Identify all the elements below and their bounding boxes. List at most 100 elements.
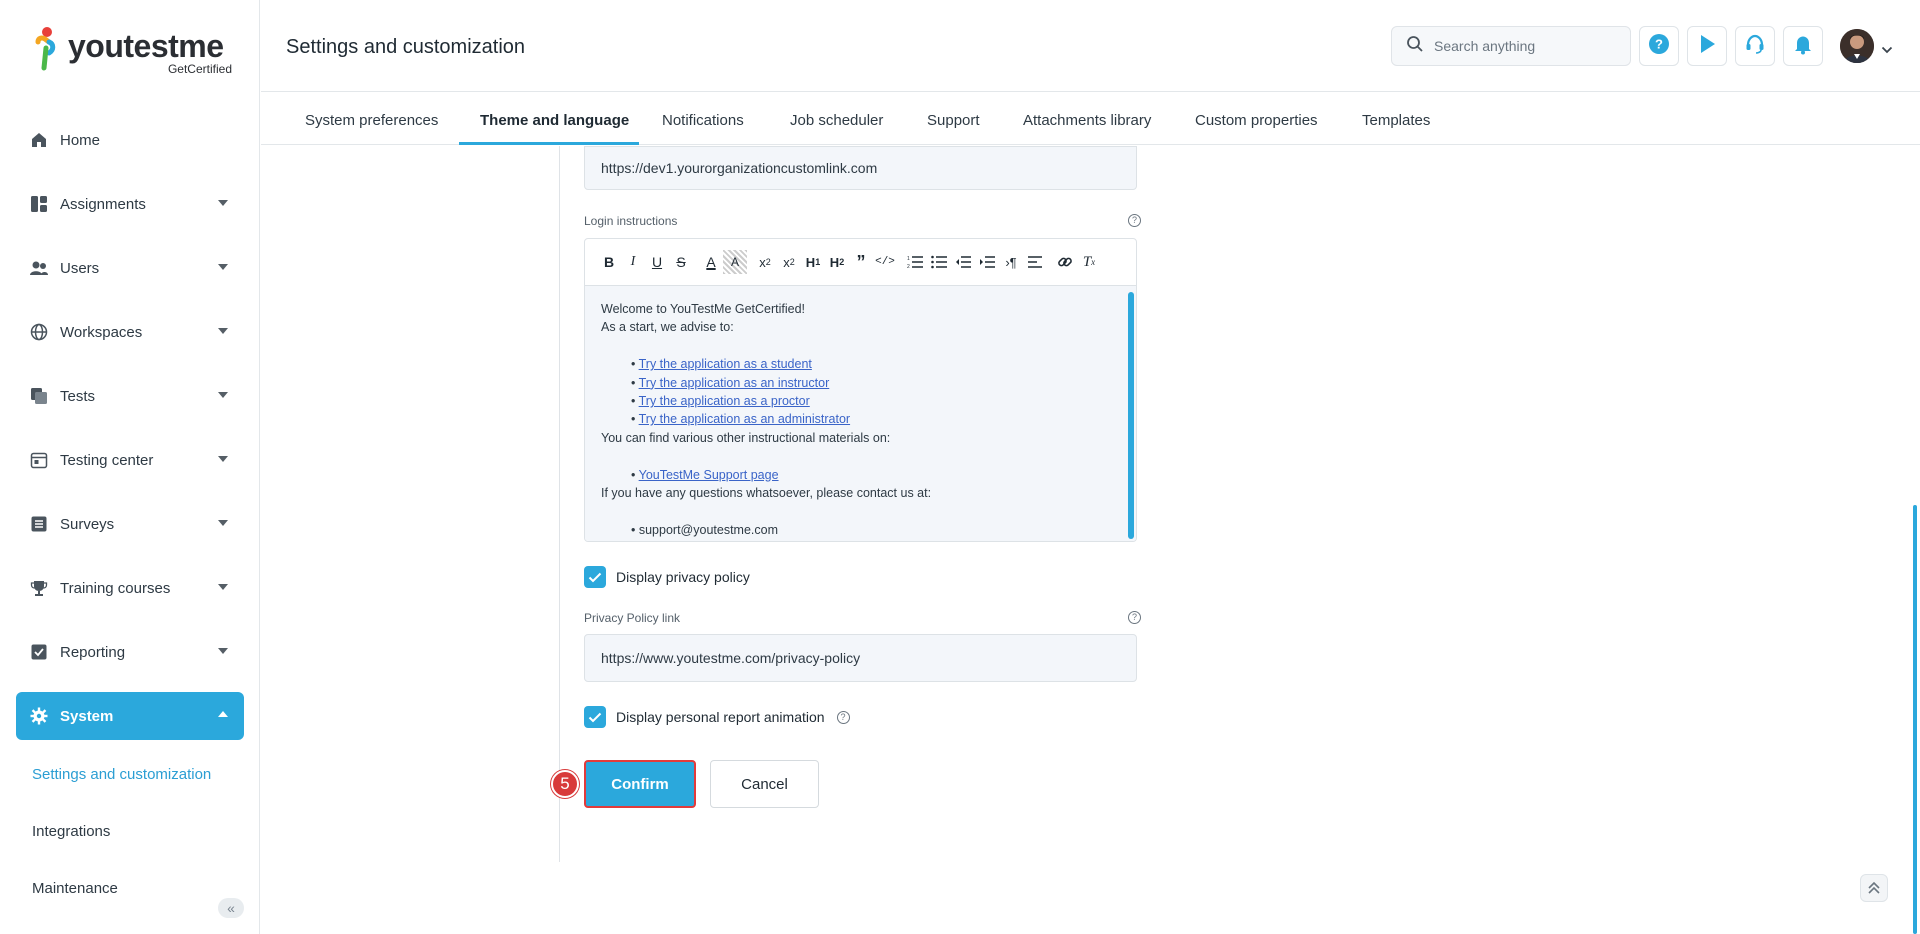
svg-text:2: 2: [907, 264, 910, 269]
sidebar-item-reporting[interactable]: Reporting: [16, 628, 244, 676]
svg-text:1: 1: [907, 256, 910, 262]
chevron-down-icon: [218, 328, 228, 334]
sidebar-subitem-settings[interactable]: Settings and customization: [32, 766, 211, 783]
display-animation-checkbox[interactable]: [584, 706, 606, 728]
logo[interactable]: youtestme GetCertified: [32, 24, 232, 76]
editor-content[interactable]: Welcome to YouTestMe GetCertified! As a …: [585, 286, 1136, 541]
align-left-icon[interactable]: [1023, 250, 1047, 274]
collapse-sidebar-button[interactable]: «: [218, 898, 244, 918]
sidebar-item-workspaces[interactable]: Workspaces: [16, 308, 244, 356]
bell-icon: [1792, 33, 1814, 60]
tab-support[interactable]: Support: [927, 93, 980, 145]
sidebar-item-users[interactable]: Users: [16, 244, 244, 292]
tab-custom-properties[interactable]: Custom properties: [1195, 93, 1318, 145]
sidebar-item-label: System: [60, 707, 114, 725]
link-icon[interactable]: [1053, 250, 1077, 274]
tab-theme-and-language[interactable]: Theme and language: [480, 93, 629, 145]
ordered-list-icon[interactable]: 12: [903, 250, 927, 274]
chevron-down-icon: [218, 392, 228, 398]
editor-scrollbar[interactable]: [1128, 292, 1134, 539]
try-as-proctor-link[interactable]: Try the application as a proctor: [639, 394, 810, 408]
scroll-to-top-button[interactable]: [1860, 874, 1888, 902]
bullet-list-icon[interactable]: [927, 250, 951, 274]
chevron-down-icon[interactable]: [1881, 41, 1893, 59]
sidebar: youtestme GetCertified Home Assignments …: [0, 0, 260, 934]
help-button[interactable]: ?: [1639, 26, 1679, 66]
display-privacy-policy-checkbox[interactable]: [584, 566, 606, 588]
step-badge: 5: [551, 770, 579, 798]
confirm-button[interactable]: Confirm: [584, 760, 696, 808]
italic-icon[interactable]: I: [621, 250, 645, 274]
superscript-icon[interactable]: x2: [777, 250, 801, 274]
tab-attachments-library[interactable]: Attachments library: [1023, 93, 1151, 145]
tab-job-scheduler[interactable]: Job scheduler: [790, 93, 883, 145]
tab-templates[interactable]: Templates: [1362, 93, 1430, 145]
indent-icon[interactable]: [975, 250, 999, 274]
heading1-icon[interactable]: H1: [801, 250, 825, 274]
page-scrollbar[interactable]: [1913, 505, 1917, 934]
logo-mark-icon: [35, 27, 56, 71]
sidebar-item-home[interactable]: Home: [16, 116, 244, 164]
tab-notifications[interactable]: Notifications: [662, 93, 744, 145]
sidebar-item-label: Surveys: [60, 515, 115, 533]
custom-link-field[interactable]: https://dev1.yourorganizationcustomlink.…: [584, 146, 1137, 190]
sidebar-item-testing-center[interactable]: Testing center: [16, 436, 244, 484]
sidebar-item-label: Home: [60, 131, 101, 149]
calendar-icon: [30, 451, 48, 469]
support-button[interactable]: [1735, 26, 1775, 66]
surveys-icon: [30, 515, 48, 533]
privacy-policy-link-label: Privacy Policy link: [584, 611, 681, 625]
tests-icon: [30, 387, 48, 405]
sidebar-item-label: Users: [60, 259, 100, 277]
support-page-link[interactable]: YouTestMe Support page: [639, 468, 779, 482]
users-icon: [30, 259, 48, 277]
sidebar-subitem-maintenance[interactable]: Maintenance: [32, 880, 118, 897]
search-input[interactable]: [1434, 38, 1614, 54]
sidebar-item-surveys[interactable]: Surveys: [16, 500, 244, 548]
bold-icon[interactable]: B: [597, 250, 621, 274]
sidebar-item-label: Reporting: [60, 643, 126, 661]
tab-system-preferences[interactable]: System preferences: [305, 93, 438, 145]
display-animation-row: Display personal report animation ?: [584, 706, 850, 728]
headset-icon: [1744, 33, 1766, 60]
underline-icon[interactable]: U: [645, 250, 669, 274]
try-as-student-link[interactable]: Try the application as a student: [639, 357, 812, 371]
sidebar-item-system[interactable]: System: [16, 692, 244, 740]
sidebar-item-label: Workspaces: [60, 323, 143, 341]
sidebar-item-assignments[interactable]: Assignments: [16, 180, 244, 228]
quote-icon[interactable]: ”: [849, 250, 873, 274]
outdent-icon[interactable]: [951, 250, 975, 274]
try-as-administrator-link[interactable]: Try the application as an administrator: [639, 412, 850, 426]
text-color-icon[interactable]: A: [699, 250, 723, 274]
help-circle-icon[interactable]: ?: [1128, 214, 1141, 227]
sidebar-item-label: Assignments: [60, 195, 146, 213]
list-item: • support@youtestme.com: [631, 522, 778, 537]
logo-subtitle: GetCertified: [167, 62, 232, 76]
chevron-up-icon: [218, 711, 228, 717]
code-icon[interactable]: </>: [873, 250, 897, 274]
subscript-icon[interactable]: x2: [753, 250, 777, 274]
sidebar-subitem-integrations[interactable]: Integrations: [32, 823, 110, 840]
help-circle-icon[interactable]: ?: [1128, 611, 1141, 624]
try-as-instructor-link[interactable]: Try the application as an instructor: [639, 376, 830, 390]
privacy-policy-link-field[interactable]: https://www.youtestme.com/privacy-policy: [584, 634, 1137, 682]
heading2-icon[interactable]: H2: [825, 250, 849, 274]
search-box[interactable]: [1391, 26, 1631, 66]
support-email: support@youtestme.com: [638, 522, 778, 537]
login-instructions-editor[interactable]: B I U S A A x2 x2 H1 H2 ” </> 12 ›¶ T x …: [584, 238, 1137, 542]
sidebar-item-training-courses[interactable]: Training courses: [16, 564, 244, 612]
notifications-button[interactable]: [1783, 26, 1823, 66]
avatar[interactable]: [1840, 29, 1874, 63]
help-circle-icon[interactable]: ?: [836, 710, 850, 724]
sidebar-item-label: Testing center: [60, 451, 154, 469]
list-item: • Try the application as a student: [631, 357, 812, 372]
list-item: • Try the application as an administrato…: [631, 412, 851, 427]
play-tutorial-button[interactable]: [1687, 26, 1727, 66]
sidebar-item-tests[interactable]: Tests: [16, 372, 244, 420]
text-direction-icon[interactable]: ›¶: [999, 250, 1023, 274]
clear-formatting-icon[interactable]: Tx: [1077, 250, 1101, 274]
display-privacy-policy-label: Display privacy policy: [616, 569, 750, 585]
cancel-button[interactable]: Cancel: [710, 760, 819, 808]
highlight-color-icon[interactable]: A: [723, 250, 747, 274]
strikethrough-icon[interactable]: S: [669, 250, 693, 274]
